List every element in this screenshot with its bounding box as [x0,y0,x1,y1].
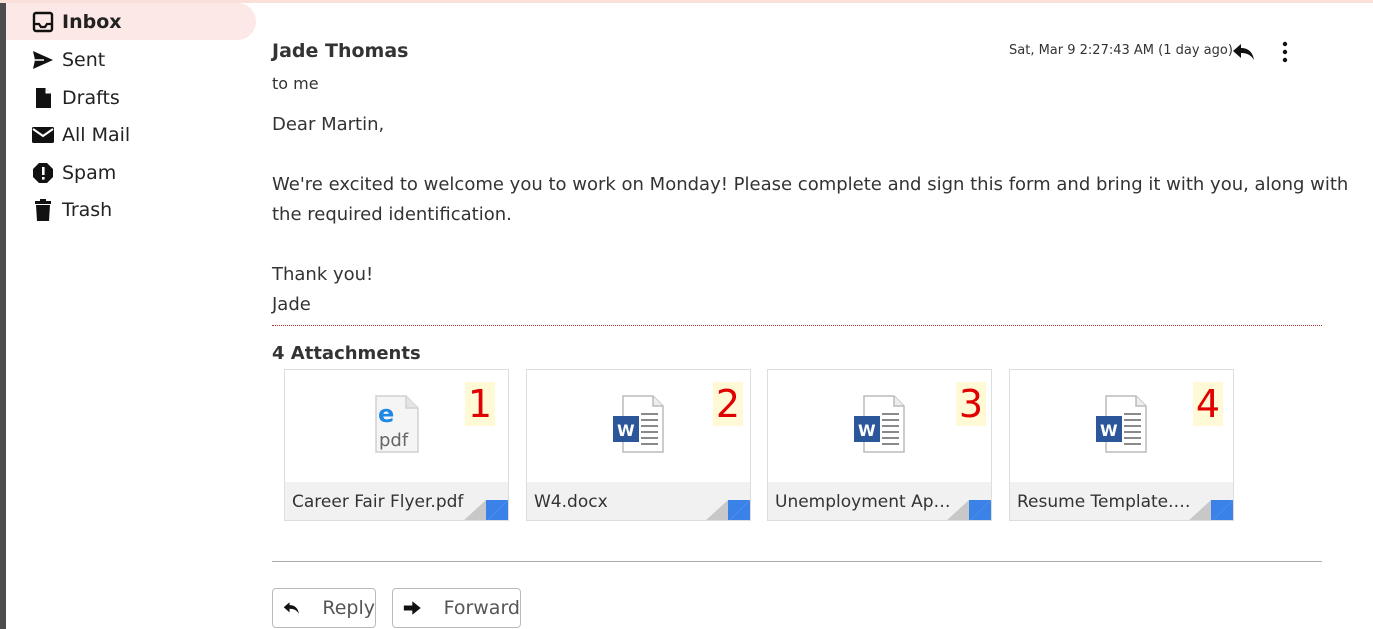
sidebar-item-all-mail[interactable]: All Mail [6,116,256,153]
sidebar-item-label: Trash [62,198,113,221]
svg-text:W: W [617,421,635,440]
sidebar-item-label: Drafts [62,86,120,109]
trash-icon [32,198,54,221]
forward-button[interactable]: Forward [392,588,521,628]
forward-button-label: Forward [443,597,520,619]
reply-button[interactable]: Reply [272,588,376,628]
sidebar-item-label: Spam [62,161,117,184]
reply-icon[interactable] [1232,41,1256,63]
page-corner-icon [706,500,750,520]
message-body-line: We're excited to welcome you to work on … [272,174,1349,195]
page-corner-icon [464,500,508,520]
actions-divider [272,561,1322,562]
word-doc-icon: W [612,394,665,458]
svg-text:pdf: pdf [379,430,409,451]
attachments-divider [272,325,1322,326]
page-corner-icon [947,500,991,520]
svg-text:e: e [378,400,394,428]
svg-text:W: W [1100,421,1118,440]
reply-button-label: Reply [322,597,375,619]
svg-text:W: W [858,421,876,440]
page-corner-icon [1189,500,1233,520]
attachment-number: 1 [465,382,495,426]
inbox-icon [32,11,54,33]
recipient-line: to me [272,74,319,93]
more-options-icon[interactable] [1276,41,1294,63]
attachment-filename: W4.docx [534,492,608,512]
attachment-card[interactable]: W 3 Unemployment Applica... [767,369,992,521]
sidebar-item-label: Inbox [62,10,122,33]
sidebar-item-trash[interactable]: Trash [6,191,256,228]
sender-name: Jade Thomas [272,40,409,62]
sidebar-item-inbox[interactable]: Inbox [6,3,256,40]
sidebar-item-label: Sent [62,48,106,71]
reply-icon [283,602,299,614]
message-date: Sat, Mar 9 2:27:43 AM (1 day ago) [1009,43,1233,58]
message-body-line: the required identification. [272,204,512,225]
message-greeting: Dear Martin, [272,114,385,135]
message-signature: Jade [272,294,311,315]
send-icon [32,49,54,71]
spam-icon [32,162,54,184]
word-doc-icon: W [853,394,906,458]
mail-icon [32,124,54,146]
attachment-card[interactable]: e pdf 1 Career Fair Flyer.pdf [284,369,509,521]
attachment-card[interactable]: W 2 W4.docx [526,369,751,521]
word-doc-icon: W [1095,394,1148,458]
attachment-number: 4 [1193,382,1223,426]
message-closing: Thank you! [272,264,374,285]
attachment-filename: Career Fair Flyer.pdf [292,492,464,512]
forward-arrow-icon [403,601,421,615]
pdf-icon: e pdf [374,394,420,458]
draft-icon [32,87,54,109]
attachment-number: 2 [713,382,743,426]
attachment-filename: Unemployment Applica... [775,492,957,512]
attachment-card[interactable]: W 4 Resume Template.docx [1009,369,1234,521]
sidebar-item-sent[interactable]: Sent [6,41,256,78]
attachment-filename: Resume Template.docx [1017,492,1199,512]
sidebar-item-label: All Mail [62,123,131,146]
attachments-title: 4 Attachments [272,343,421,364]
attachment-number: 3 [956,382,986,426]
sidebar-item-spam[interactable]: Spam [6,154,256,191]
sidebar-item-drafts[interactable]: Drafts [6,79,256,116]
